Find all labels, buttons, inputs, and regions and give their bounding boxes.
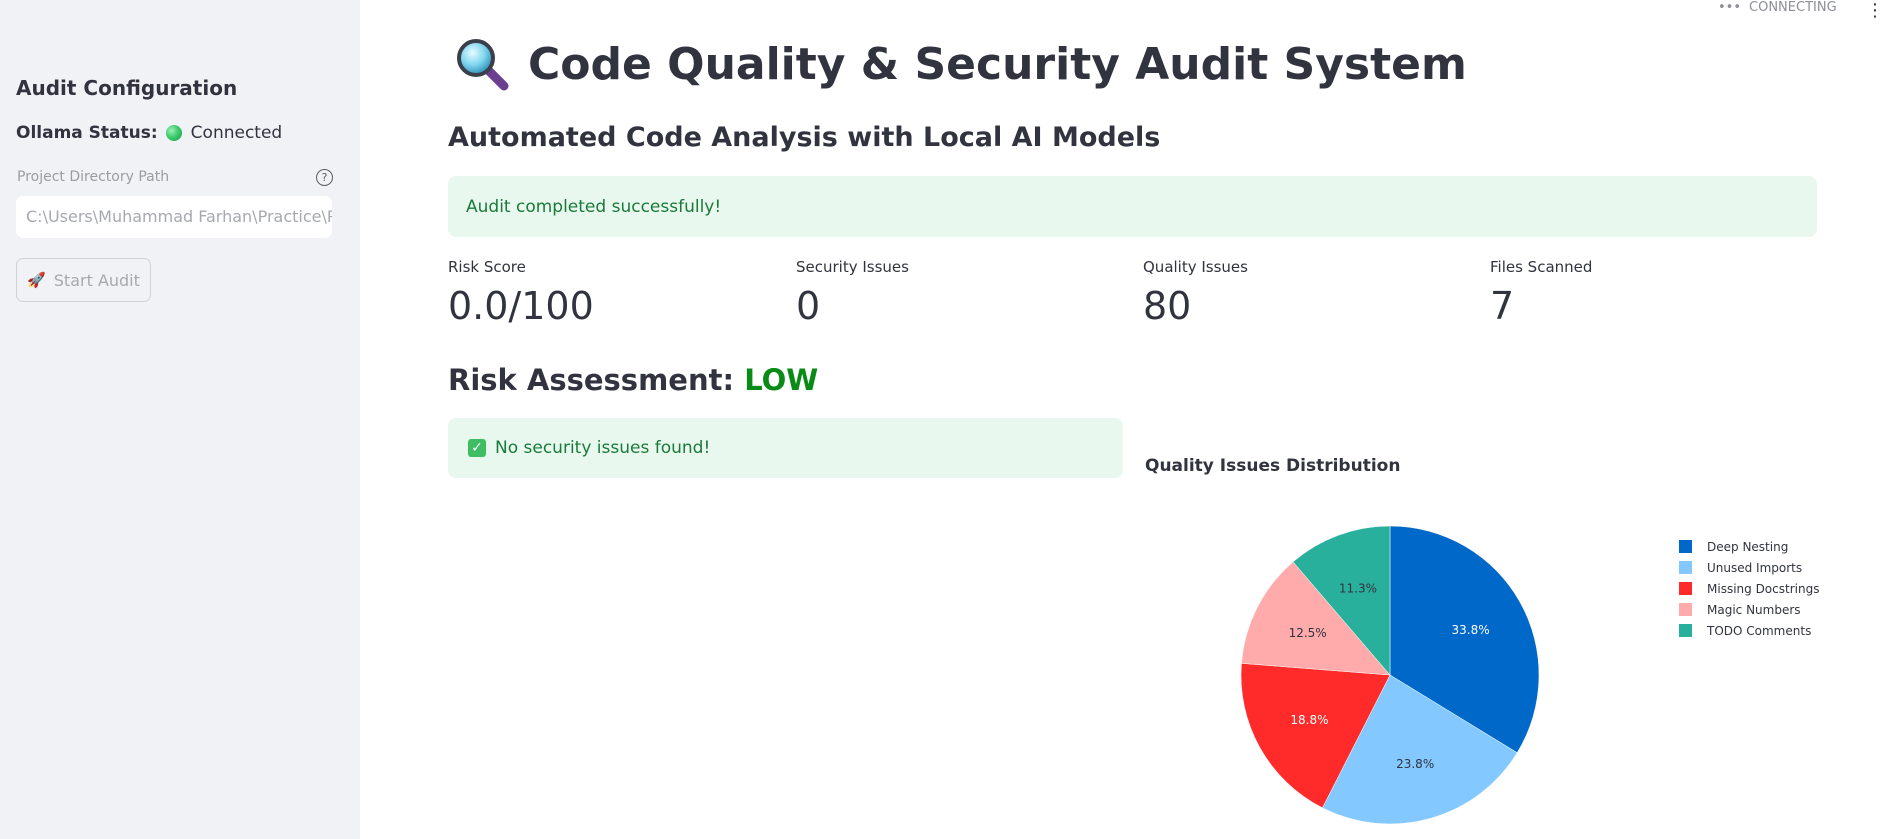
- legend-swatch: [1679, 603, 1692, 616]
- status-value: Connected: [190, 123, 283, 143]
- legend-label: Magic Numbers: [1707, 602, 1801, 617]
- legend-swatch: [1679, 561, 1692, 574]
- metric-label: Security Issues: [796, 258, 909, 276]
- success-alert-text: Audit completed successfully!: [466, 196, 722, 217]
- sidebar: Audit Configuration Ollama Status: Conne…: [0, 0, 360, 839]
- legend-label: Unused Imports: [1707, 560, 1803, 575]
- project-path-input[interactable]: C:\Users\Muhammad Farhan\Practice\Po: [16, 196, 332, 238]
- running-dots-icon: •••: [1718, 0, 1742, 15]
- status-label: Ollama Status:: [16, 123, 158, 143]
- metric-value: 80: [1143, 284, 1192, 328]
- risk-level: LOW: [744, 363, 819, 397]
- metric-files-scanned: Files Scanned 7: [1490, 258, 1592, 328]
- success-alert: Audit completed successfully!: [448, 176, 1817, 237]
- security-ok-text: No security issues found!: [495, 438, 711, 458]
- chart-title: Quality Issues Distribution: [1145, 456, 1401, 476]
- magnifier-icon: [457, 39, 509, 91]
- security-ok-alert: ✓ No security issues found!: [448, 418, 1123, 478]
- metric-quality-issues: Quality Issues 80: [1143, 258, 1248, 328]
- legend-swatch: [1679, 624, 1692, 637]
- legend-item[interactable]: Deep Nesting: [1679, 536, 1819, 557]
- title-text: Code Quality & Security Audit System: [528, 38, 1467, 90]
- metric-label: Files Scanned: [1490, 258, 1593, 276]
- pie-data-label: 11.3%: [1339, 581, 1377, 595]
- metric-risk-score: Risk Score 0.0/100: [448, 258, 594, 328]
- main-menu-icon[interactable]: ⋮: [1866, 0, 1884, 21]
- legend-swatch: [1679, 540, 1692, 553]
- legend-item[interactable]: Missing Docstrings: [1679, 578, 1819, 599]
- metric-value: 7: [1490, 284, 1515, 328]
- pie-data-label: 33.8%: [1452, 623, 1490, 637]
- legend-item[interactable]: Magic Numbers: [1679, 599, 1819, 620]
- help-icon[interactable]: ?: [316, 169, 333, 186]
- start-audit-button[interactable]: 🚀 Start Audit: [16, 258, 151, 302]
- ollama-status: Ollama Status: Connected: [16, 123, 282, 143]
- path-label: Project Directory Path: [17, 169, 170, 185]
- risk-prefix: Risk Assessment:: [448, 363, 735, 397]
- pie-chart: 33.8% 23.8% 18.8% 12.5% 11.3%: [1240, 525, 1540, 825]
- metric-value: 0.0/100: [448, 284, 594, 328]
- pie-data-label: 18.8%: [1290, 713, 1328, 727]
- legend-label: Missing Docstrings: [1707, 581, 1820, 596]
- rocket-icon: 🚀: [27, 271, 46, 289]
- legend-swatch: [1679, 582, 1692, 595]
- app-status: ••• CONNECTING: [1718, 0, 1837, 15]
- green-circle-icon: [165, 125, 182, 141]
- app-status-text: CONNECTING: [1749, 0, 1837, 15]
- metric-label: Quality Issues: [1143, 258, 1248, 276]
- legend-label: TODO Comments: [1707, 623, 1812, 638]
- check-mark-icon: ✓: [468, 439, 486, 457]
- metric-label: Risk Score: [448, 258, 526, 276]
- page-title: Code Quality & Security Audit System: [454, 36, 1467, 92]
- metric-security-issues: Security Issues 0: [796, 258, 909, 328]
- legend-item[interactable]: TODO Comments: [1679, 620, 1819, 641]
- legend-label: Deep Nesting: [1707, 539, 1789, 554]
- legend-item[interactable]: Unused Imports: [1679, 557, 1819, 578]
- chart-legend: Deep Nesting Unused Imports Missing Docstr…: [1679, 536, 1819, 641]
- page-subtitle: Automated Code Analysis with Local AI Mo…: [448, 122, 1161, 153]
- metric-value: 0: [796, 284, 821, 328]
- risk-assessment-heading: Risk Assessment: LOW: [448, 363, 818, 397]
- sidebar-title: Audit Configuration: [16, 76, 238, 100]
- pie-data-label: 23.8%: [1396, 757, 1434, 771]
- pie-data-label: 12.5%: [1289, 626, 1327, 640]
- start-audit-label: Start Audit: [53, 270, 140, 290]
